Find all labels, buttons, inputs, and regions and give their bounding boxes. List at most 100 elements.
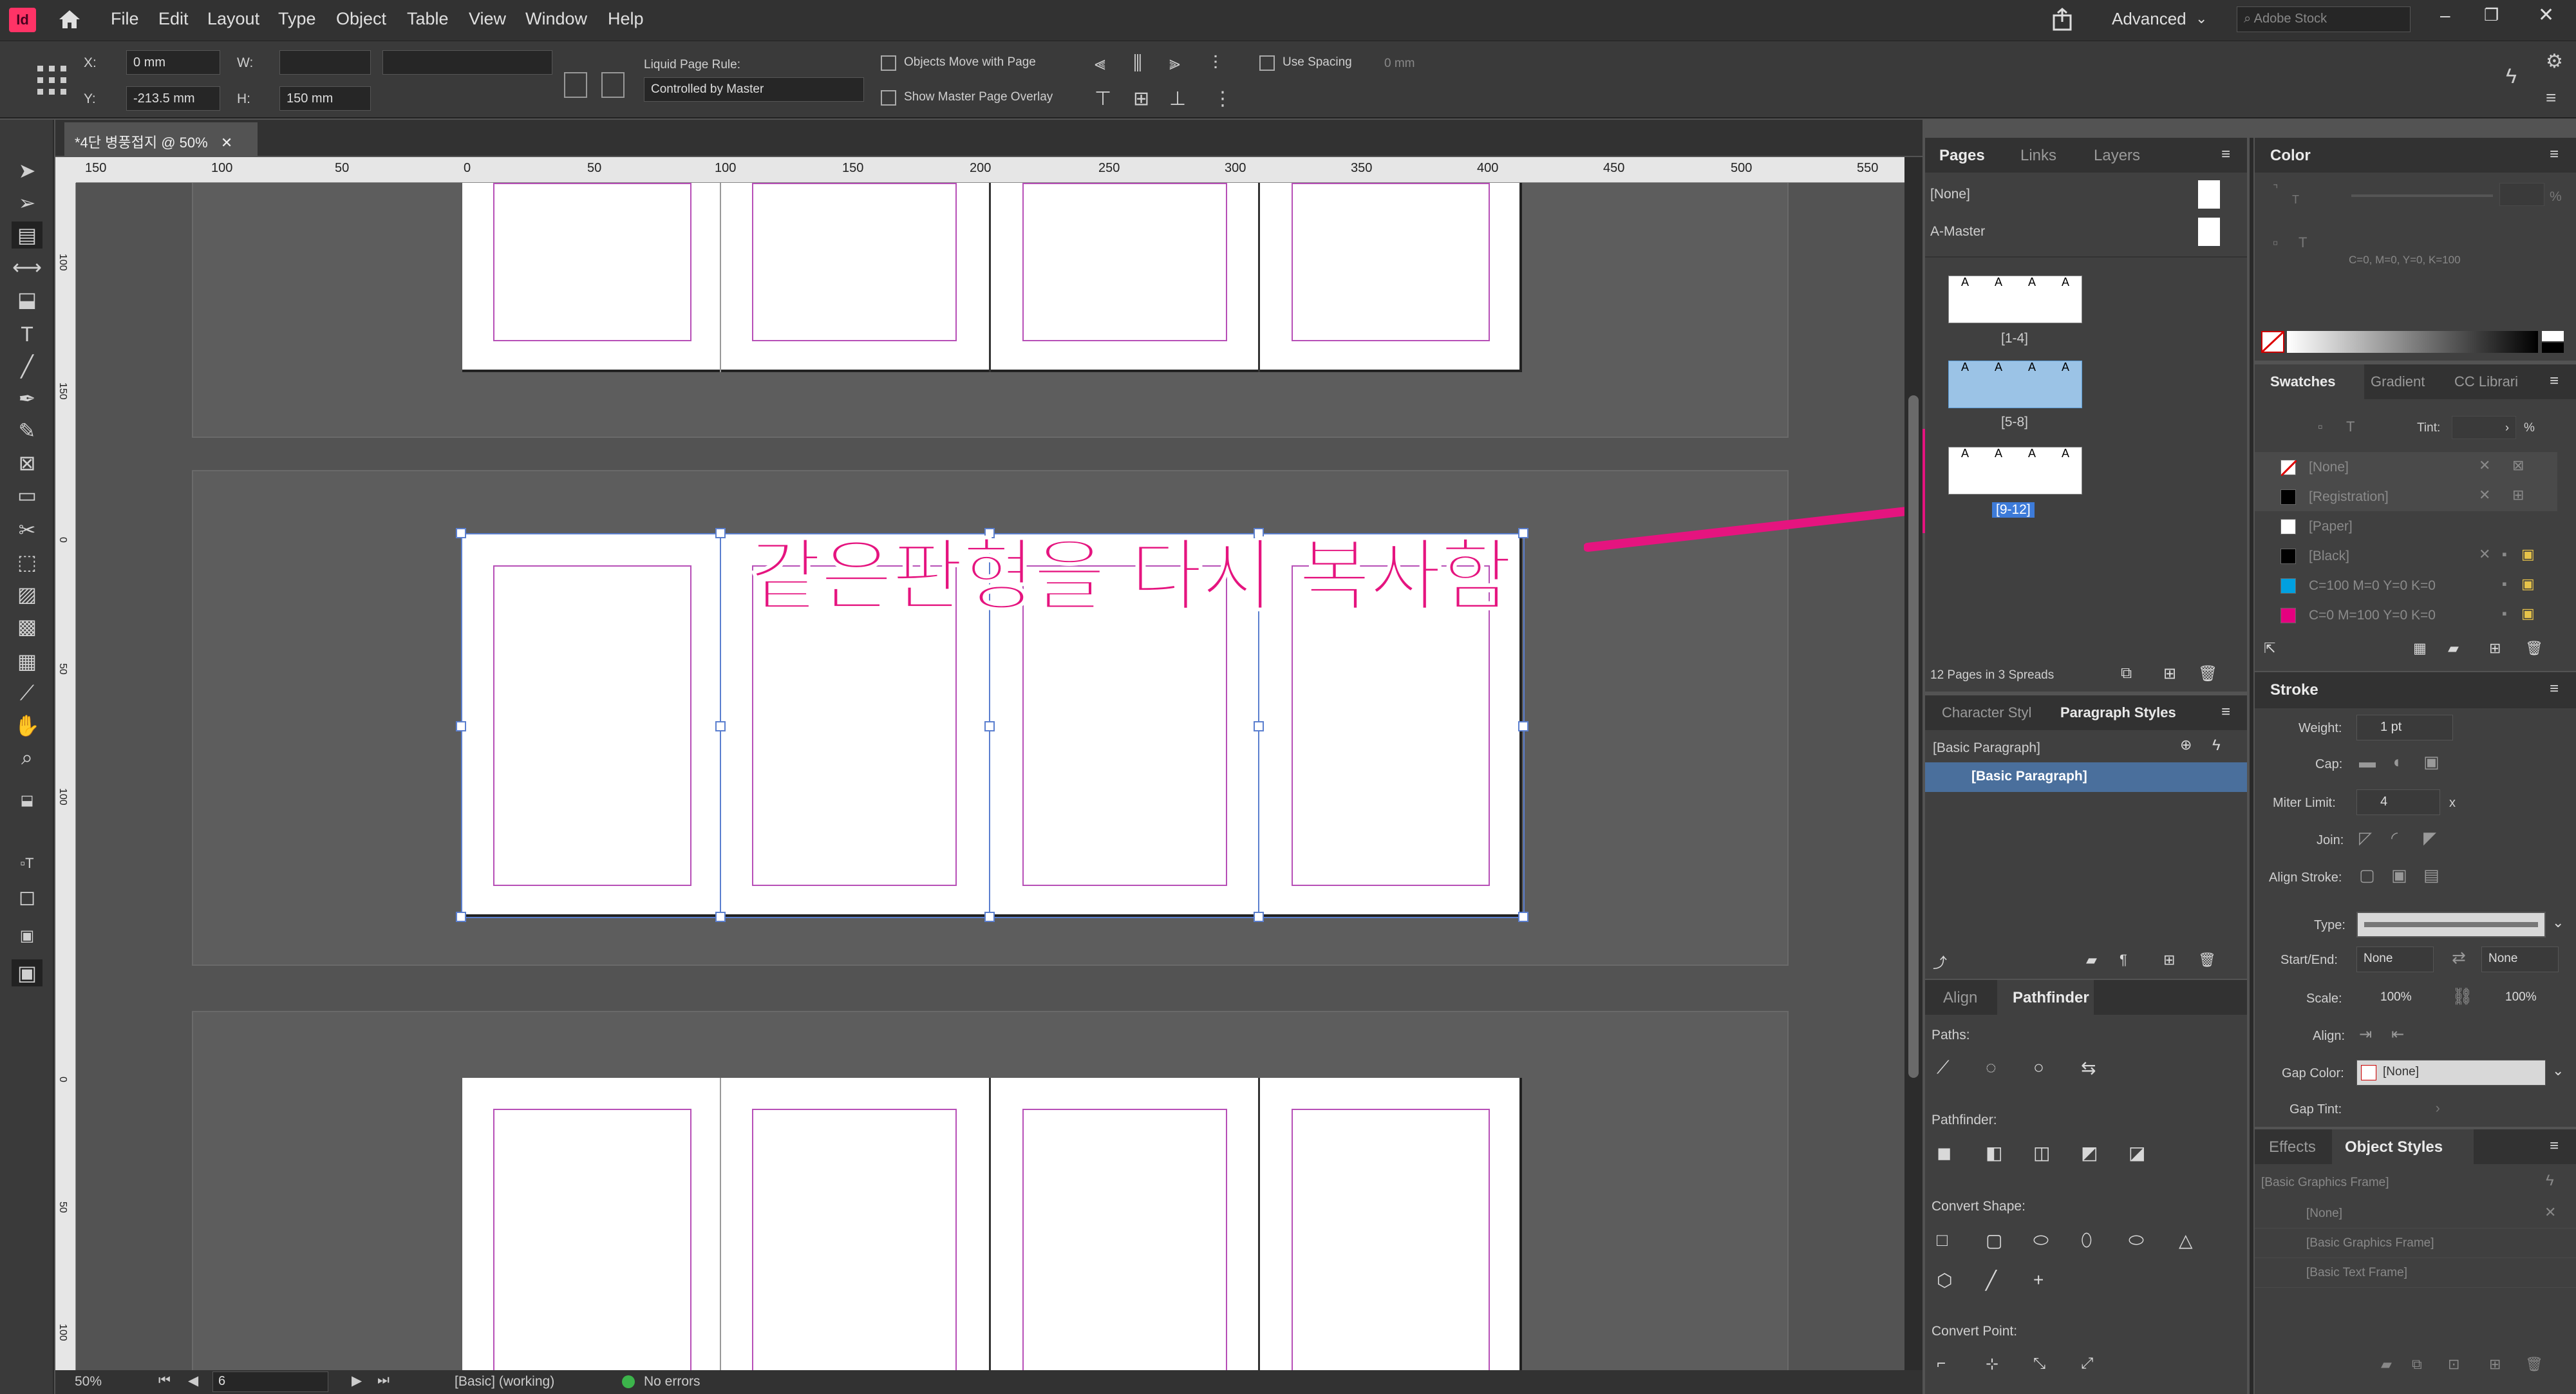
tab-effects[interactable]: Effects [2269,1138,2316,1156]
list-item[interactable]: [Basic Graphics Frame] [2255,1229,2576,1258]
panel-menu-icon[interactable]: ≡ [2221,146,2230,164]
tab-cc-libraries[interactable]: CC Librari [2454,373,2518,390]
rounded-rectangle-icon[interactable]: ▢ [1986,1230,2002,1251]
open-path-icon[interactable]: ◌ [1986,1057,1997,1078]
last-page-icon[interactable]: ⏭ [377,1373,390,1388]
arrow-align-inside-icon[interactable]: ⇥ [2359,1025,2372,1044]
text-format-icon[interactable]: T [2346,419,2355,435]
close-tab-icon[interactable]: ✕ [221,135,232,151]
clear-attributes-icon[interactable]: ⊡ [2448,1356,2459,1373]
folder-icon[interactable]: ▰ [2448,640,2459,657]
default-colors-icon[interactable]: ⬓ [12,787,42,814]
swatch-row[interactable]: [None] ✕ ⊠ [2255,452,2557,482]
bevel-join-icon[interactable]: ◤ [2423,828,2436,848]
cc-library-icon[interactable]: ▦ [2413,640,2427,657]
clear-overrides-icon[interactable]: ¶ [2120,952,2127,968]
panel-menu-icon[interactable]: ≡ [2550,680,2559,698]
swap-icon[interactable]: ⇄ [2452,948,2466,968]
miter-field[interactable]: 4 [2356,789,2440,815]
white-chip[interactable] [2542,331,2564,341]
align-right-icon[interactable]: ⫸ [1169,53,1180,75]
swatch-row[interactable]: [Paper] [2255,511,2557,541]
delete-style-icon[interactable]: 🗑 [2198,952,2216,968]
w-field[interactable] [279,50,371,75]
a-master-thumb[interactable] [2198,218,2220,246]
none-color-chip[interactable] [2261,331,2284,353]
panel-dock-scrollbar[interactable] [2250,138,2253,1394]
menu-object[interactable]: Object [336,9,386,29]
chevron-down-icon[interactable]: ⌄ [2552,914,2564,931]
h-field[interactable]: 150 mm [279,86,371,111]
document-tab[interactable]: *4단 병풍접지 @ 50% ✕ [64,122,258,156]
clear-overrides-icon[interactable]: ⧉ [2412,1356,2422,1373]
list-item[interactable]: [None] ✕ [2255,1199,2576,1229]
round-cap-icon[interactable]: ◖ [2391,752,2402,772]
preflight-errors[interactable]: No errors [644,1374,700,1389]
miter-join-icon[interactable]: ◸ [2359,828,2372,848]
tint-field[interactable]: › [2452,416,2516,439]
exclude-overlap-icon[interactable]: ◩ [2081,1142,2098,1163]
projecting-cap-icon[interactable]: ▣ [2423,752,2440,772]
smooth-point-icon[interactable]: ⤡ [2033,1355,2045,1373]
swatch-row[interactable]: [Registration] ✕ ⊞ [2255,482,2557,511]
stroke-fill-swatch[interactable]: ▫ [2273,234,2279,252]
gap-tint-field[interactable]: › [2356,1096,2440,1122]
page-number-field[interactable]: 6 [212,1371,328,1392]
master-overlay-checkbox[interactable] [881,90,896,106]
stroke-type-select[interactable] [2356,912,2546,937]
style-list-item[interactable]: [Basic Paragraph] [1971,769,2087,784]
frame-fitting-icon[interactable] [601,72,625,98]
intersect-shape-icon[interactable]: ◫ [2033,1142,2050,1163]
selection-handle[interactable] [984,912,995,922]
link-icon[interactable]: ⛓ [2452,986,2473,1006]
beveled-rectangle-icon[interactable]: ⬭ [2033,1230,2049,1251]
lightning-icon[interactable]: ϟ [2546,1172,2554,1190]
start-select[interactable]: None [2356,947,2434,972]
orthogonal-line-icon[interactable]: + [2033,1270,2044,1290]
panel-menu-icon[interactable]: ≡ [2550,1137,2559,1155]
reverse-path-icon[interactable]: ⇆ [2081,1057,2096,1078]
menu-edit[interactable]: Edit [158,9,189,29]
rectangle-shape-icon[interactable]: □ [1937,1230,1948,1250]
adobe-stock-search[interactable]: ⌕ Adobe Stock [2237,6,2411,32]
round-join-icon[interactable]: ◜ [2391,828,2398,848]
gear-icon[interactable]: ⚙ [2546,50,2563,73]
next-page-icon[interactable]: ▶ [352,1373,362,1389]
butt-cap-icon[interactable]: ▬ [2359,752,2376,772]
tab-pathfinder[interactable]: Pathfinder [2013,989,2089,1007]
home-icon[interactable] [55,6,84,32]
type-tool-icon[interactable]: T [12,321,42,348]
fill-stroke-toggle-icon[interactable]: ▫ [2318,419,2323,435]
ellipse-icon[interactable]: ⬭ [2129,1230,2144,1251]
note-tool-icon[interactable]: ▦ [12,648,42,675]
panel-menu-icon[interactable]: ≡ [2550,372,2559,390]
selection-handle[interactable] [1254,721,1264,731]
tab-pages[interactable]: Pages [1939,147,1985,165]
align-outside-stroke-icon[interactable]: ▤ [2423,865,2440,885]
menu-window[interactable]: Window [525,9,587,29]
align-center-icon[interactable]: ⫼ [1133,53,1142,75]
zoom-level[interactable]: 50% [75,1374,102,1389]
align-bottom-icon[interactable]: ⊥ [1169,88,1186,110]
scale-start-field[interactable]: 100% [2356,985,2427,1011]
selection-handle[interactable] [715,912,726,922]
pen-tool-icon[interactable]: ✒ [12,385,42,412]
selection-handle[interactable] [984,721,995,731]
canvas-vertical-scrollbar[interactable] [1904,157,1923,1370]
symmetrical-point-icon[interactable]: ⤢ [2081,1355,2093,1373]
inverse-rounded-icon[interactable]: ⬯ [2081,1230,2092,1251]
selection-handle[interactable] [715,528,726,538]
folder-icon[interactable]: ▰ [2381,1356,2392,1373]
align-center-stroke-icon[interactable]: ▢ [2359,865,2375,885]
tab-gradient[interactable]: Gradient [2371,373,2425,390]
edit-page-size-icon[interactable]: ⧉ [2121,664,2132,683]
gradient-swatch-tool-icon[interactable]: ▨ [12,581,42,608]
menu-file[interactable]: File [111,9,139,29]
scrollbar-thumb[interactable] [1908,395,1919,1078]
line-tool-icon[interactable]: ╱ [12,353,42,380]
black-chip[interactable] [2542,343,2564,353]
new-style-plus-icon[interactable]: ⊕ [2180,737,2192,753]
tab-links[interactable]: Links [2020,147,2056,165]
screen-mode-icon[interactable]: ▣ [12,959,42,986]
document-canvas[interactable]: 같은판형을 다시 복사함 [76,183,1904,1374]
